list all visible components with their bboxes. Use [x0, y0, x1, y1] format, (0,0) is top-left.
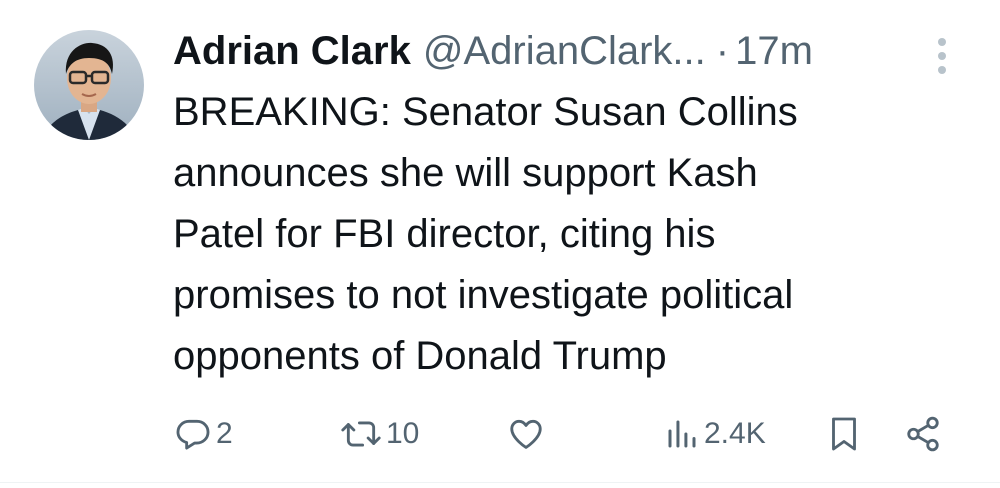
action-bar: 2 10 2.4K: [0, 410, 1000, 458]
repost-button[interactable]: 10: [340, 410, 419, 458]
tweet-text-line: announces she will support Kash: [173, 151, 758, 195]
heart-icon: [510, 419, 542, 449]
divider: [0, 482, 1000, 483]
display-name[interactable]: Adrian Clark: [173, 22, 411, 80]
avatar[interactable]: [34, 30, 144, 140]
share-button[interactable]: [904, 410, 942, 458]
avatar-photo: [34, 30, 144, 140]
reply-icon: [176, 419, 210, 450]
tweet-text: BREAKING: Senator Susan Collins announce…: [173, 82, 953, 387]
tweet-text-line: BREAKING: Senator Susan Collins: [173, 90, 798, 134]
more-vertical-icon[interactable]: [932, 36, 952, 76]
views-button[interactable]: 2.4K: [664, 410, 766, 458]
views-count: 2.4K: [704, 417, 766, 450]
share-icon: [907, 416, 939, 452]
like-button[interactable]: [506, 410, 546, 458]
user-handle[interactable]: @AdrianClark...: [423, 22, 706, 80]
tweet-text-line: Patel for FBI director, citing his: [173, 212, 716, 256]
separator-dot: ·: [715, 29, 730, 73]
views-icon: [668, 420, 696, 448]
tweet-header: Adrian Clark @AdrianClark... · 17m: [173, 22, 913, 80]
tweet-text-line: opponents of Donald Trump: [173, 334, 667, 378]
reply-button[interactable]: 2: [174, 410, 233, 458]
repost-count: 10: [386, 417, 420, 450]
repost-icon: [341, 421, 381, 447]
bookmark-icon: [832, 417, 856, 451]
tweet-text-line: promises to not investigate political: [173, 273, 794, 317]
reply-count: 2: [216, 417, 233, 450]
timestamp[interactable]: 17m: [735, 22, 813, 80]
tweet-card[interactable]: Adrian Clark @AdrianClark... · 17m BREAK…: [0, 0, 1000, 488]
bookmark-button[interactable]: [826, 410, 862, 458]
